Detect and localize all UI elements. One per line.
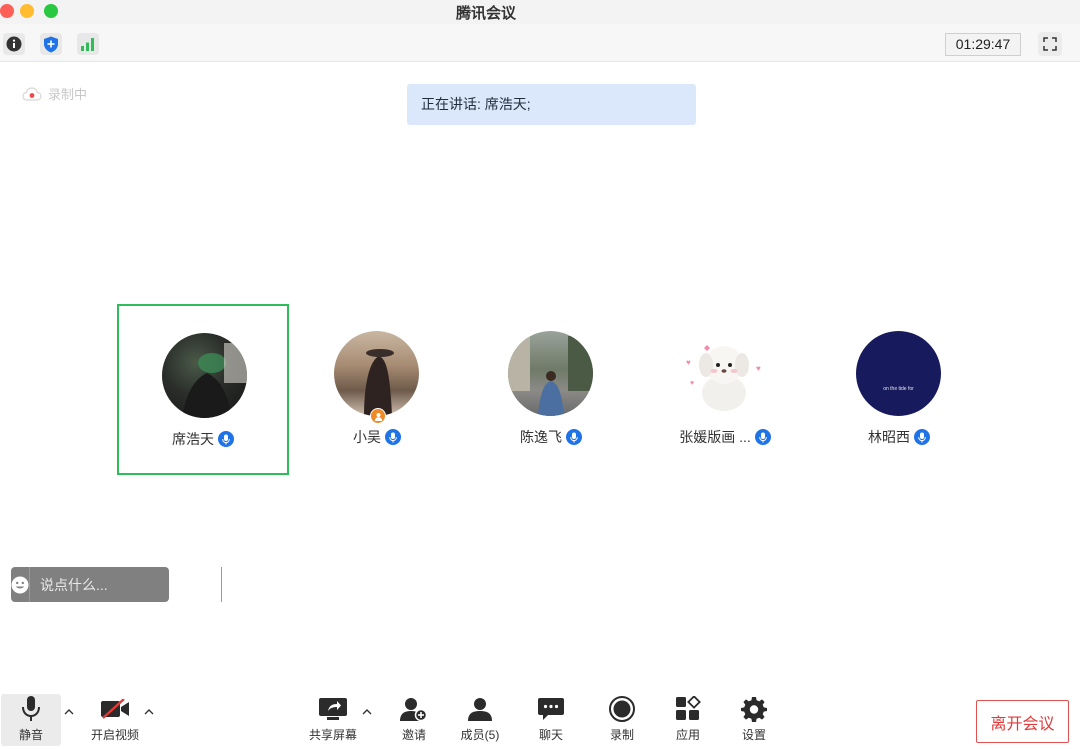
participant-tile[interactable]: 席浩天 (117, 304, 289, 475)
participant-name: 席浩天 (172, 431, 214, 447)
invite-label: 邀请 (401, 728, 426, 742)
participant-name: 陈逸飞 (520, 429, 562, 445)
microphone-icon (754, 429, 771, 445)
apps-icon (676, 696, 701, 720)
share-screen-icon (319, 698, 347, 720)
avatar (508, 331, 593, 416)
participant-name: 张媛版画 ... (679, 429, 751, 445)
invite-button[interactable]: 邀请 (384, 694, 444, 746)
participant-name-row: 小吴 (291, 427, 463, 447)
avatar (334, 331, 419, 416)
invite-icon (400, 698, 428, 721)
microphone-icon (385, 429, 401, 445)
svg-text:♥: ♥ (690, 380, 694, 387)
participant-name: 林昭西 (868, 429, 910, 445)
host-badge-icon (370, 408, 386, 424)
recording-indicator: 录制中 (22, 84, 87, 103)
shield-icon (44, 36, 58, 52)
members-button[interactable]: 成员(5) (450, 694, 510, 746)
meeting-timer: 01:29:47 (945, 33, 1021, 56)
cloud-record-icon (22, 86, 42, 101)
participant-tile[interactable]: 陈逸飞 (465, 304, 637, 475)
meeting-toolbar: 01:29:47 (0, 24, 1080, 62)
record-button[interactable]: 录制 (592, 694, 652, 746)
chat-label: 聊天 (538, 728, 563, 742)
speaking-banner: 正在讲话: 席浩天; (407, 84, 696, 125)
title-bar: 腾讯会议 (0, 0, 1080, 24)
chat-collapse-button[interactable] (221, 567, 230, 602)
participant-name-row: 席浩天 (119, 429, 287, 449)
participant-name-row: 陈逸飞 (465, 427, 637, 447)
leave-meeting-button[interactable]: 离开会议 (976, 700, 1069, 743)
mute-button[interactable]: 静音 (1, 694, 61, 746)
members-icon (468, 698, 492, 721)
start-video-button[interactable]: 开启视频 (85, 694, 145, 746)
members-label: 成员(5) (460, 728, 500, 742)
network-status-button[interactable] (77, 33, 99, 55)
apps-button[interactable]: 应用 (658, 694, 718, 746)
audio-options-button[interactable] (63, 706, 75, 718)
chat-icon (538, 698, 564, 720)
participant-name: 小吴 (353, 429, 381, 445)
microphone-icon (218, 431, 234, 447)
start-video-label: 开启视频 (90, 728, 139, 742)
avatar: ♥ ♥ ♥ (682, 331, 767, 416)
chevron-up-icon (362, 709, 372, 715)
settings-button[interactable]: 设置 (724, 694, 784, 746)
info-icon (6, 36, 22, 52)
record-icon (609, 696, 635, 722)
bottom-control-bar: 静音 开启视频 共享屏幕 邀请 成员(5) 聊天 录制 应用 设置 (0, 690, 1080, 749)
participant-tile[interactable]: ♥ ♥ ♥ 张媛版画 ... (639, 304, 811, 475)
app-title: 腾讯会议 (456, 5, 517, 22)
share-screen-label: 共享屏幕 (308, 728, 357, 742)
chevron-left-icon (222, 578, 229, 591)
fullscreen-button[interactable] (1038, 32, 1062, 56)
emoji-icon (11, 576, 29, 593)
signal-icon (81, 38, 94, 51)
info-button[interactable] (3, 33, 25, 55)
svg-text:♥: ♥ (686, 358, 691, 367)
avatar (162, 333, 247, 418)
share-options-button[interactable] (361, 706, 373, 718)
video-options-button[interactable] (143, 706, 155, 718)
recording-label: 录制中 (48, 87, 88, 102)
chevron-up-icon (144, 709, 154, 715)
security-button[interactable] (40, 33, 62, 55)
microphone-icon (566, 429, 582, 445)
chat-input[interactable] (30, 567, 221, 602)
video-off-icon (101, 699, 129, 719)
record-label: 录制 (609, 728, 634, 742)
chevron-up-icon (64, 709, 74, 715)
chat-bar (11, 567, 229, 602)
fullscreen-icon (1043, 37, 1057, 51)
microphone-icon (22, 696, 40, 721)
participant-tile[interactable]: 小吴 (291, 304, 463, 475)
microphone-icon (914, 429, 930, 445)
participant-name-row: 林昭西 (813, 427, 985, 447)
settings-label: 设置 (741, 728, 766, 742)
avatar: on the tide for (856, 331, 941, 416)
participant-name-row: 张媛版画 ... (639, 427, 811, 447)
svg-text:♥: ♥ (756, 364, 761, 373)
participant-tile[interactable]: on the tide for 林昭西 (813, 304, 985, 475)
emoji-button[interactable] (11, 567, 30, 602)
share-screen-button[interactable]: 共享屏幕 (303, 694, 363, 746)
gear-icon (741, 697, 767, 722)
apps-label: 应用 (675, 728, 700, 742)
avatar-caption: on the tide for (883, 385, 914, 392)
mute-label: 静音 (18, 728, 43, 742)
chat-button[interactable]: 聊天 (521, 694, 581, 746)
